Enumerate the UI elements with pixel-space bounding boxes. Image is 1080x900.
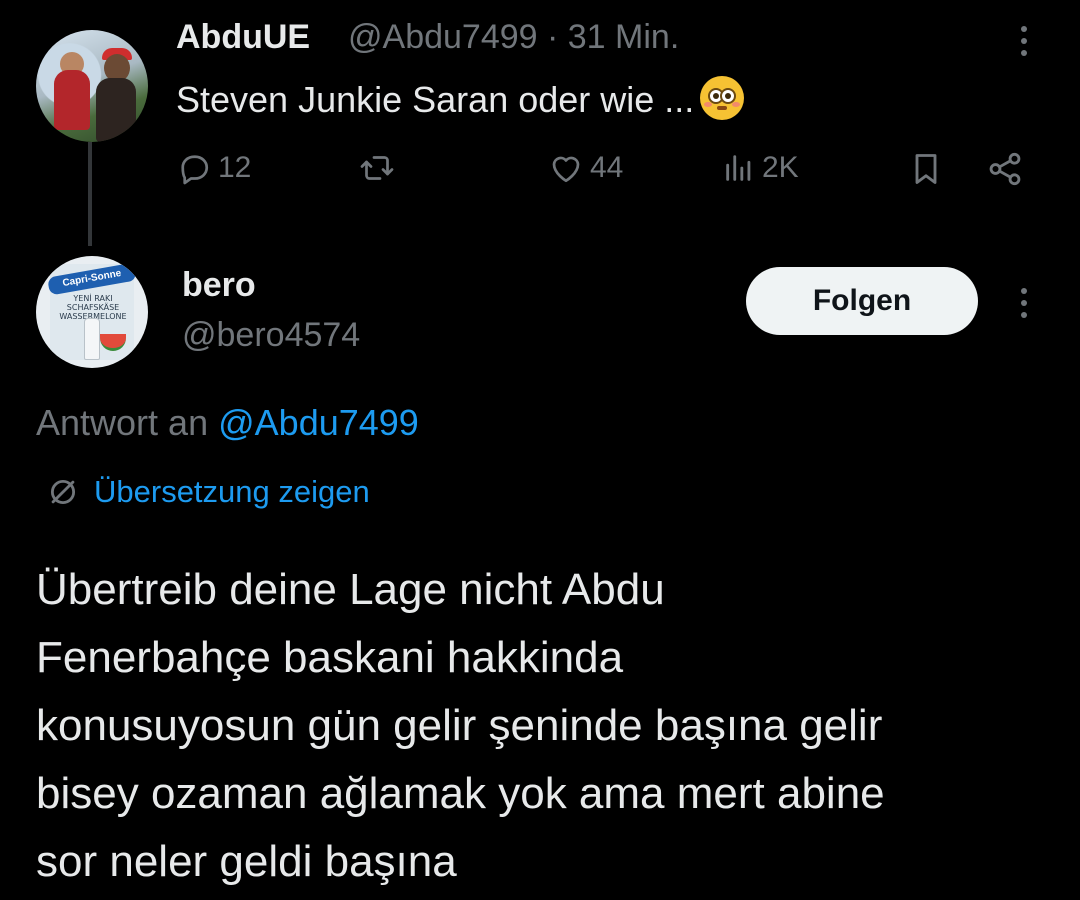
reply-count: 12: [218, 151, 252, 184]
reply-display-name[interactable]: bero: [182, 266, 256, 305]
heart-icon: [552, 156, 580, 183]
flushed-face-emoji-icon: [700, 76, 745, 120]
reply-more-icon[interactable]: [1020, 288, 1028, 318]
share-icon: [989, 152, 1021, 186]
reply-button[interactable]: 12: [176, 150, 251, 186]
show-translation-link[interactable]: Übersetzung zeigen: [46, 474, 370, 510]
like-button[interactable]: 44: [548, 150, 623, 186]
bookmark-icon: [915, 154, 937, 184]
reply-text-line: Fenerbahçe baskani hakkinda: [36, 633, 624, 682]
reply-handle[interactable]: @bero4574: [182, 316, 360, 355]
no-translation-icon: [50, 479, 76, 505]
parent-handle-time[interactable]: @Abdu7499 · 31 Min.: [348, 18, 679, 57]
parent-tweet-text: Steven Junkie Saran oder wie ...: [176, 76, 745, 121]
retweet-button[interactable]: [358, 150, 402, 186]
reply-text-line: sor neler geldi başına: [36, 837, 457, 886]
thread-connector-line: [88, 142, 92, 246]
follow-button[interactable]: Folgen: [746, 267, 978, 335]
reply-to-prefix: Antwort an: [36, 402, 209, 443]
views-button[interactable]: 2K: [722, 150, 799, 186]
avatar-label-text: YENİ RAKI SCHAFSKÄSE WASSERMELONE: [59, 294, 127, 321]
reply-text-line: Übertreib deine Lage nicht Abdu: [36, 565, 665, 614]
parent-display-name[interactable]: AbduUE: [176, 18, 310, 57]
retweet-icon: [360, 156, 394, 180]
reply-icon: [181, 155, 209, 185]
reply-text-line: konusuyosun gün gelir şeninde başına gel…: [36, 701, 883, 750]
bero-avatar[interactable]: Capri-Sonne YENİ RAKI SCHAFSKÄSE WASSERM…: [36, 256, 148, 368]
share-button[interactable]: [986, 150, 1024, 188]
reply-text-line: bisey ozaman ağlamak yok ama mert abine: [36, 769, 885, 818]
reply-tweet-text: Übertreib deine Lage nicht Abdu Fenerbah…: [36, 556, 1066, 896]
view-count: 2K: [762, 151, 799, 184]
parent-text-content: Steven Junkie Saran oder wie ...: [176, 79, 695, 120]
views-chart-icon: [726, 155, 751, 181]
reply-to-line: Antwort an @Abdu7499: [36, 402, 419, 444]
reply-to-handle-link[interactable]: @Abdu7499: [218, 402, 419, 443]
translate-label: Übersetzung zeigen: [94, 474, 370, 509]
parent-more-icon[interactable]: [1020, 26, 1028, 56]
abdu-avatar[interactable]: [36, 30, 148, 142]
like-count: 44: [590, 151, 624, 184]
bookmark-button[interactable]: [908, 150, 944, 188]
